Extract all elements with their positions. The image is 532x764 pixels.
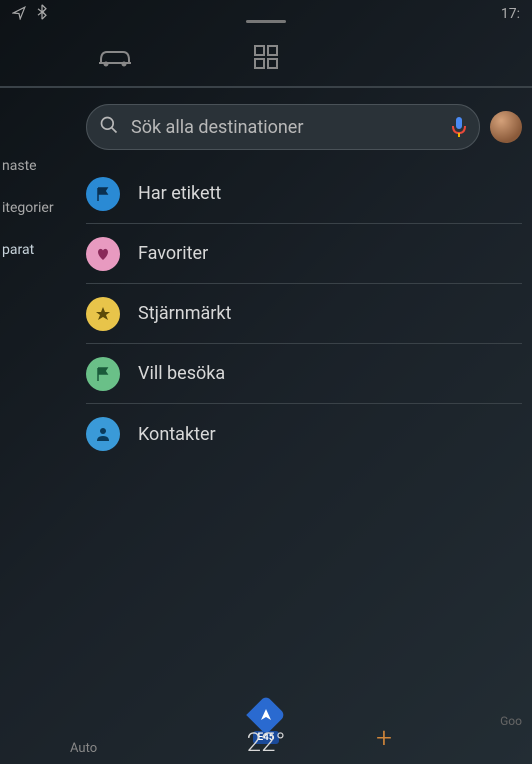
search-icon bbox=[99, 115, 119, 139]
mic-icon[interactable] bbox=[451, 116, 467, 138]
sidebar-item-categories[interactable]: itegorier bbox=[2, 200, 70, 216]
tab-apps[interactable] bbox=[246, 37, 286, 77]
map-attribution: Goo bbox=[500, 714, 522, 728]
list-item-contacts[interactable]: Kontakter bbox=[86, 404, 522, 464]
list-label: Favoriter bbox=[138, 243, 208, 264]
list-label: Kontakter bbox=[138, 424, 216, 445]
location-icon bbox=[12, 5, 26, 24]
search-row: Sök alla destinationer bbox=[86, 104, 522, 150]
sidebar-item-recent[interactable]: naste bbox=[2, 158, 70, 174]
star-icon bbox=[86, 297, 120, 331]
temperature[interactable]: 22° bbox=[247, 728, 286, 758]
bluetooth-icon bbox=[36, 4, 48, 24]
list-item-starred[interactable]: Stjärnmärkt bbox=[86, 284, 522, 344]
climate-auto[interactable]: Auto bbox=[70, 741, 97, 756]
list-item-labeled[interactable]: Har etikett bbox=[86, 164, 522, 224]
search-bar[interactable]: Sök alla destinationer bbox=[86, 104, 480, 150]
flag-icon bbox=[86, 357, 120, 391]
tab-more[interactable] bbox=[397, 37, 437, 77]
sidebar-item-saved[interactable]: parat bbox=[2, 242, 70, 258]
person-icon bbox=[86, 417, 120, 451]
drag-handle[interactable] bbox=[246, 20, 286, 23]
list-label: Vill besöka bbox=[138, 363, 225, 384]
status-left bbox=[12, 4, 48, 24]
saved-list: Har etikett Favoriter Stjärnmärkt bbox=[86, 164, 522, 464]
content-panel: Sök alla destinationer Har etikett bbox=[70, 88, 532, 764]
tab-car[interactable] bbox=[95, 37, 135, 77]
list-item-favorites[interactable]: Favoriter bbox=[86, 224, 522, 284]
list-label: Stjärnmärkt bbox=[138, 303, 231, 324]
clock: 17: bbox=[501, 6, 520, 22]
avatar[interactable] bbox=[490, 111, 522, 143]
main-content: naste itegorier parat Sök alla destinati… bbox=[0, 88, 532, 764]
top-tab-bar bbox=[0, 28, 532, 88]
heart-icon bbox=[86, 237, 120, 271]
status-bar: 17: bbox=[0, 0, 532, 28]
temp-plus-button[interactable]: + bbox=[376, 721, 392, 754]
sidebar: naste itegorier parat bbox=[0, 88, 70, 764]
list-item-want-to-go[interactable]: Vill besöka bbox=[86, 344, 522, 404]
app-screen: 17: naste itegorier parat Sök alla desti… bbox=[0, 0, 532, 764]
search-placeholder: Sök alla destinationer bbox=[131, 117, 439, 138]
flag-icon bbox=[86, 177, 120, 211]
list-label: Har etikett bbox=[138, 183, 221, 204]
